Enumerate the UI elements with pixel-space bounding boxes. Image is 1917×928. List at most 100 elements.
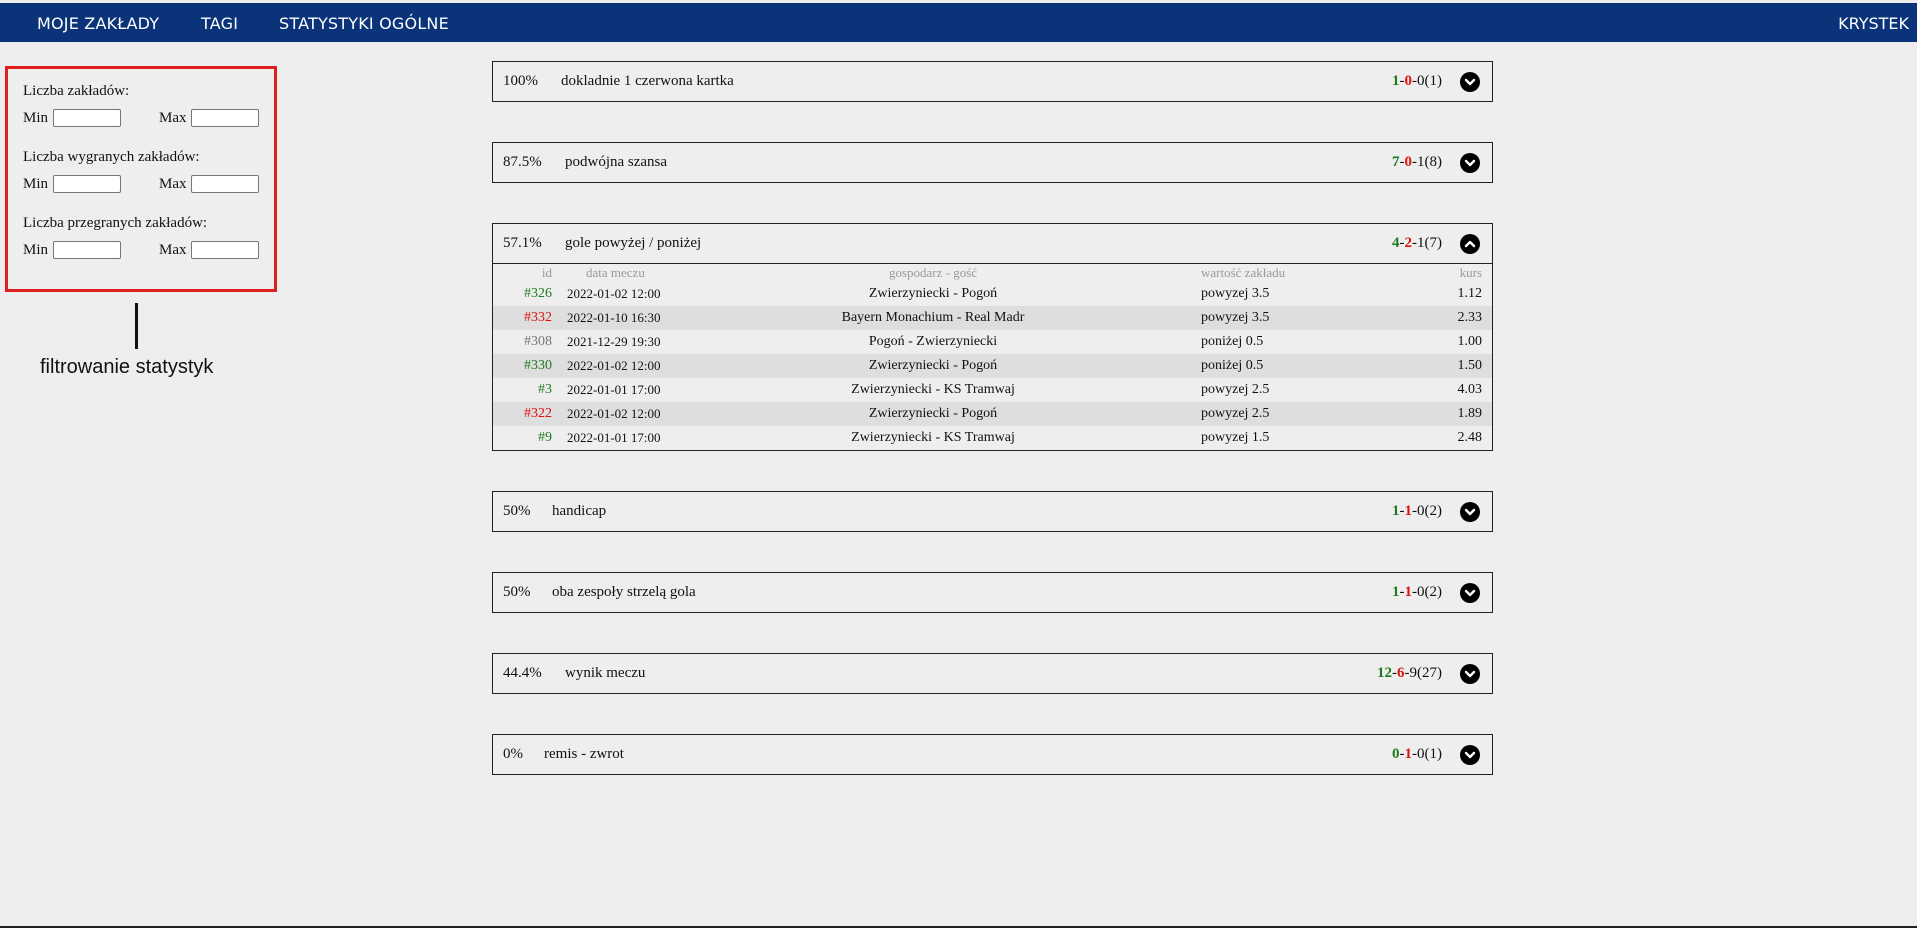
nav-user[interactable]: KRYSTEK xyxy=(1838,14,1909,33)
chevron-down-icon[interactable] xyxy=(1460,72,1480,92)
bet-date: 2022-01-02 12:00 xyxy=(567,286,661,301)
won-count-min-input[interactable] xyxy=(53,175,121,193)
bet-value: powyzej 3.5 xyxy=(1201,286,1270,301)
tag-panel: 0% remis - zwrot 0-1-0(1) xyxy=(492,734,1493,775)
filter-bets-count-label: Liczba zakładów: xyxy=(23,83,130,99)
bet-id[interactable]: #332 xyxy=(524,310,552,326)
tag-panel-header[interactable]: 44.4% wynik meczu 12-6-9(27) xyxy=(493,654,1492,693)
tag-name: gole powyżej / poniżej xyxy=(565,235,702,251)
tag-panel-header[interactable]: 100% dokladnie 1 czerwona kartka 1-0-0(1… xyxy=(493,62,1492,101)
chevron-down-icon[interactable] xyxy=(1460,153,1480,173)
lost-count: 1 xyxy=(1404,746,1413,762)
bet-id[interactable]: #3 xyxy=(538,382,552,398)
chevron-down-icon[interactable] xyxy=(1460,502,1480,522)
nav-tags[interactable]: TAGI xyxy=(201,14,238,33)
tag-score: 1-1-0(2) xyxy=(1392,503,1443,519)
chevron-up-icon[interactable] xyxy=(1460,234,1480,254)
col-match: gospodarz - gość xyxy=(888,265,978,280)
bets-count-min-input[interactable] xyxy=(53,109,121,127)
bet-id[interactable]: #330 xyxy=(524,358,552,374)
bet-odds: 1.12 xyxy=(1457,286,1483,301)
bet-value: poniżej 0.5 xyxy=(1201,358,1264,373)
tag-name: wynik meczu xyxy=(565,665,646,681)
chevron-down-icon[interactable] xyxy=(1460,745,1480,765)
chevron-down-icon[interactable] xyxy=(1460,664,1480,684)
bet-value: powyzej 1.5 xyxy=(1201,430,1270,445)
bets-table-body: #326 2022-01-02 12:00 Zwierzyniecki - Po… xyxy=(493,282,1492,450)
min-label: Min xyxy=(23,242,49,258)
tag-panel-header[interactable]: 50% handicap 1-1-0(2) xyxy=(493,492,1492,531)
won-count: 7 xyxy=(1392,154,1400,170)
won-count: 0 xyxy=(1392,746,1400,762)
tag-panel-header[interactable]: 87.5% podwójna szansa 7-0-1(8) xyxy=(493,143,1492,182)
bet-match: Zwierzyniecki - KS Tramwaj xyxy=(851,382,1015,397)
bet-value: powyzej 2.5 xyxy=(1201,382,1270,397)
lost-count-min-input[interactable] xyxy=(53,241,121,259)
bet-row[interactable]: #308 2021-12-29 19:30 Pogoń - Zwierzynie… xyxy=(493,330,1492,354)
tag-name: podwójna szansa xyxy=(565,154,668,170)
bet-match: Zwierzyniecki - Pogoń xyxy=(868,286,998,301)
returned-count: 0 xyxy=(1417,584,1425,600)
lost-count: 1 xyxy=(1404,503,1413,519)
won-count: 1 xyxy=(1392,73,1400,89)
bets-table-header: id data meczu gospodarz - gość wartość z… xyxy=(493,263,1492,282)
bet-row[interactable]: #322 2022-01-02 12:00 Zwierzyniecki - Po… xyxy=(493,402,1492,426)
chevron-down-icon[interactable] xyxy=(1460,583,1480,603)
lost-count-max-input[interactable] xyxy=(191,241,259,259)
bet-row[interactable]: #9 2022-01-01 17:00 Zwierzyniecki - KS T… xyxy=(493,426,1492,450)
tag-win-percent: 0% xyxy=(503,746,523,762)
bet-odds: 2.48 xyxy=(1457,430,1483,445)
tag-win-percent: 50% xyxy=(503,503,531,519)
tag-win-percent: 100% xyxy=(503,73,538,89)
tag-panel-header[interactable]: 0% remis - zwrot 0-1-0(1) xyxy=(493,735,1492,774)
total-count: (7) xyxy=(1424,235,1443,251)
bet-row[interactable]: #3 2022-01-01 17:00 Zwierzyniecki - KS T… xyxy=(493,378,1492,402)
tag-score: 1-0-0(1) xyxy=(1392,73,1443,89)
returned-count: 0 xyxy=(1417,503,1425,519)
won-count: 1 xyxy=(1392,584,1400,600)
lost-count: 2 xyxy=(1404,235,1413,251)
bet-value: powyzej 2.5 xyxy=(1201,406,1270,421)
tag-win-percent: 57.1% xyxy=(503,235,542,251)
tag-name: handicap xyxy=(552,503,607,519)
annotation-label: filtrowanie statystyk xyxy=(40,356,214,378)
won-count-max-input[interactable] xyxy=(191,175,259,193)
tag-panel: 44.4% wynik meczu 12-6-9(27) xyxy=(492,653,1493,694)
tag-panel-header[interactable]: 50% oba zespoły strzelą gola 1-1-0(2) xyxy=(493,573,1492,612)
total-count: (2) xyxy=(1424,584,1443,600)
tag-score: 4-2-1(7) xyxy=(1392,235,1443,251)
total-count: (1) xyxy=(1424,73,1443,89)
returned-count: 0 xyxy=(1417,746,1425,762)
bet-date: 2022-01-02 12:00 xyxy=(567,358,661,373)
tag-panel-header[interactable]: 57.1% gole powyżej / poniżej 4-2-1(7) xyxy=(493,224,1492,263)
tag-panel: 100% dokladnie 1 czerwona kartka 1-0-0(1… xyxy=(492,61,1493,102)
total-count: (2) xyxy=(1424,503,1443,519)
tag-panel: 50% handicap 1-1-0(2) xyxy=(492,491,1493,532)
bet-date: 2022-01-10 16:30 xyxy=(567,310,661,325)
col-odds: kurs xyxy=(1459,265,1482,280)
nav-my-bets[interactable]: MOJE ZAKŁADY xyxy=(37,14,159,33)
bet-match: Bayern Monachium - Real Madr xyxy=(841,310,1025,325)
tag-panel: 50% oba zespoły strzelą gola 1-1-0(2) xyxy=(492,572,1493,613)
bets-count-max-input[interactable] xyxy=(191,109,259,127)
bet-id[interactable]: #9 xyxy=(538,430,552,446)
bet-date: 2021-12-29 19:30 xyxy=(567,334,661,349)
bet-row[interactable]: #332 2022-01-10 16:30 Bayern Monachium -… xyxy=(493,306,1492,330)
bet-id[interactable]: #326 xyxy=(524,286,552,302)
total-count: (1) xyxy=(1424,746,1443,762)
tag-win-percent: 87.5% xyxy=(503,154,542,170)
bet-odds: 4.03 xyxy=(1457,382,1483,397)
bet-row[interactable]: #330 2022-01-02 12:00 Zwierzyniecki - Po… xyxy=(493,354,1492,378)
filter-won-count-label: Liczba wygranych zakładów: xyxy=(23,149,200,165)
bet-odds: 1.89 xyxy=(1457,406,1483,421)
annotation-connector-line xyxy=(135,303,138,349)
returned-count: 9 xyxy=(1409,665,1418,681)
bet-id[interactable]: #308 xyxy=(524,334,552,350)
nav-general-stats[interactable]: STATYSTYKI OGÓLNE xyxy=(279,14,449,33)
stats-filter-panel: Liczba zakładów: Min Max Liczba wygranyc… xyxy=(5,66,277,292)
min-label: Min xyxy=(23,176,49,192)
bet-row[interactable]: #326 2022-01-02 12:00 Zwierzyniecki - Po… xyxy=(493,282,1492,306)
bet-date: 2022-01-01 17:00 xyxy=(567,382,661,397)
bet-id[interactable]: #322 xyxy=(524,406,552,422)
bet-odds: 1.00 xyxy=(1457,334,1483,349)
